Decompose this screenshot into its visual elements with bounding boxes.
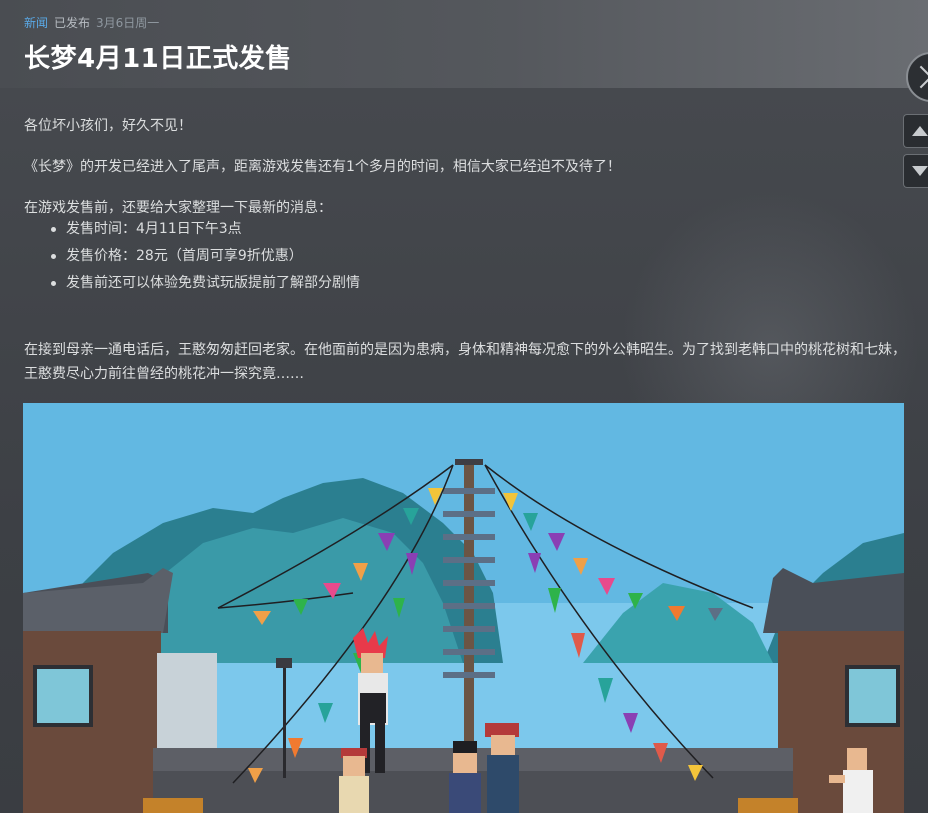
post-meta: 新闻 已发布 3月6日周一 <box>24 14 159 31</box>
next-post-button[interactable] <box>903 154 928 188</box>
list-item: 发售价格：28元（首周可享9折优惠） <box>48 244 360 271</box>
list-item: 发售前还可以体验免费试玩版提前了解部分剧情 <box>48 271 360 298</box>
publish-status: 已发布 <box>54 16 91 30</box>
paragraph-1: 《长梦》的开发已经进入了尾声，距离游戏发售还有1个多月的时间，相信大家已经迫不及… <box>24 159 621 175</box>
category-link[interactable]: 新闻 <box>24 16 48 30</box>
info-list: 发售时间：4月11日下午3点 发售价格：28元（首周可享9折优惠） 发售前还可以… <box>48 217 360 298</box>
close-icon <box>916 62 928 92</box>
pixel-art-scene <box>23 403 904 813</box>
greeting-text: 各位坏小孩们，好久不见！ <box>24 118 192 134</box>
caret-up-icon <box>912 126 928 136</box>
post-title: 长梦4月11日正式发售 <box>24 44 292 74</box>
game-banner-image[interactable] <box>23 403 904 813</box>
publish-date: 3月6日周一 <box>96 16 160 30</box>
list-item: 发售时间：4月11日下午3点 <box>48 217 360 244</box>
post-header: 新闻 已发布 3月6日周一 长梦4月11日正式发售 <box>0 0 928 88</box>
caret-down-icon <box>912 166 928 176</box>
story-paragraph: 在接到母亲一通电话后，王憨匆匆赶回老家。在他面前的是因为患病，身体和精神每况愈下… <box>24 342 906 382</box>
previous-post-button[interactable] <box>903 114 928 148</box>
